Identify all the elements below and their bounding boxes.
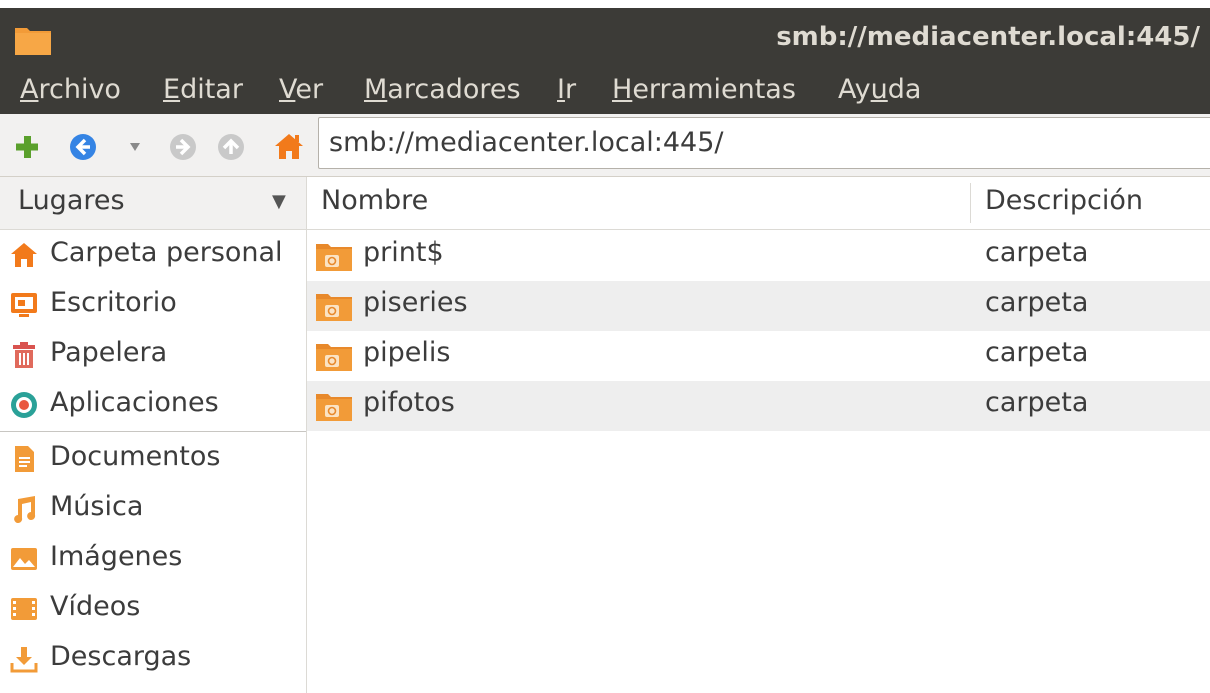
- title-bar[interactable]: smb://mediacenter.local:445/: [0, 8, 1210, 68]
- menu-ayuda[interactable]: Ayuda: [838, 74, 921, 105]
- sidebar-item-escritorio[interactable]: Escritorio: [0, 280, 306, 330]
- sidebar-item-videos[interactable]: Vídeos: [0, 584, 306, 634]
- sidebar-item-documentos[interactable]: Documentos: [0, 434, 306, 484]
- pictures-icon: [11, 548, 37, 570]
- back-icon[interactable]: [69, 133, 97, 161]
- table-row[interactable]: piseries carpeta: [307, 281, 1210, 331]
- network-folder-icon: [316, 344, 352, 371]
- home-icon: [11, 243, 37, 267]
- folder-icon: [15, 28, 51, 55]
- column-divider[interactable]: [970, 183, 971, 223]
- column-header-nombre[interactable]: Nombre: [321, 185, 428, 216]
- sidebar-dropdown-icon[interactable]: ▼: [272, 191, 286, 212]
- file-description: carpeta: [985, 287, 1089, 318]
- file-description: carpeta: [985, 387, 1089, 418]
- location-text: smb://mediacenter.local:445/: [329, 127, 724, 158]
- menu-ir[interactable]: Ir: [557, 74, 576, 105]
- menu-editar[interactable]: Editar: [163, 74, 243, 105]
- column-header-descripcion[interactable]: Descripción: [985, 185, 1143, 216]
- sidebar-item-carpeta-personal[interactable]: Carpeta personal: [0, 230, 306, 280]
- music-icon: [14, 496, 36, 523]
- up-icon[interactable]: [217, 133, 245, 161]
- trash-icon: [13, 342, 35, 368]
- sidebar-item-papelera[interactable]: Papelera: [0, 330, 306, 380]
- downloads-icon: [10, 647, 38, 673]
- sidebar-header-label: Lugares: [18, 185, 125, 216]
- network-folder-icon: [316, 294, 352, 321]
- menu-bar: Archivo Editar Ver Marcadores Ir Herrami…: [0, 68, 1210, 114]
- sidebar-item-musica[interactable]: Música: [0, 484, 306, 534]
- network-folder-icon: [316, 244, 352, 271]
- sidebar-separator: [0, 431, 306, 432]
- sidebar-item-descargas[interactable]: Descargas: [0, 634, 306, 684]
- sidebar-item-imagenes[interactable]: Imágenes: [0, 534, 306, 584]
- file-name: pifotos: [363, 387, 455, 418]
- file-name: pipelis: [363, 337, 451, 368]
- sidebar-item-aplicaciones[interactable]: Aplicaciones: [0, 380, 306, 430]
- file-description: carpeta: [985, 237, 1089, 268]
- table-row[interactable]: pipelis carpeta: [307, 331, 1210, 381]
- menu-archivo[interactable]: Archivo: [20, 74, 121, 105]
- menu-ver[interactable]: Ver: [279, 74, 323, 105]
- location-bar[interactable]: smb://mediacenter.local:445/: [318, 117, 1210, 169]
- table-row[interactable]: pifotos carpeta: [307, 381, 1210, 431]
- home-icon[interactable]: [274, 132, 304, 160]
- table-row[interactable]: print$ carpeta: [307, 231, 1210, 281]
- menu-marcadores[interactable]: Marcadores: [364, 74, 521, 105]
- file-name: print$: [363, 237, 444, 268]
- videos-icon: [11, 598, 37, 620]
- applications-icon: [11, 392, 37, 418]
- back-history-dropdown-icon[interactable]: [129, 142, 141, 152]
- forward-icon[interactable]: [169, 133, 197, 161]
- places-sidebar: Lugares ▼ Carpeta personal Escritorio Pa…: [0, 177, 307, 693]
- file-name: piseries: [363, 287, 468, 318]
- file-description: carpeta: [985, 337, 1089, 368]
- network-folder-icon: [316, 394, 352, 421]
- desktop-icon: [11, 293, 37, 317]
- window-top-edge: [0, 0, 1210, 8]
- add-icon[interactable]: [14, 134, 40, 160]
- menu-herramientas[interactable]: Herramientas: [612, 74, 796, 105]
- sidebar-header[interactable]: Lugares ▼: [0, 177, 306, 230]
- window-title: smb://mediacenter.local:445/: [776, 22, 1200, 52]
- documents-icon: [15, 446, 34, 472]
- file-list-header: Nombre Descripción: [307, 177, 1210, 230]
